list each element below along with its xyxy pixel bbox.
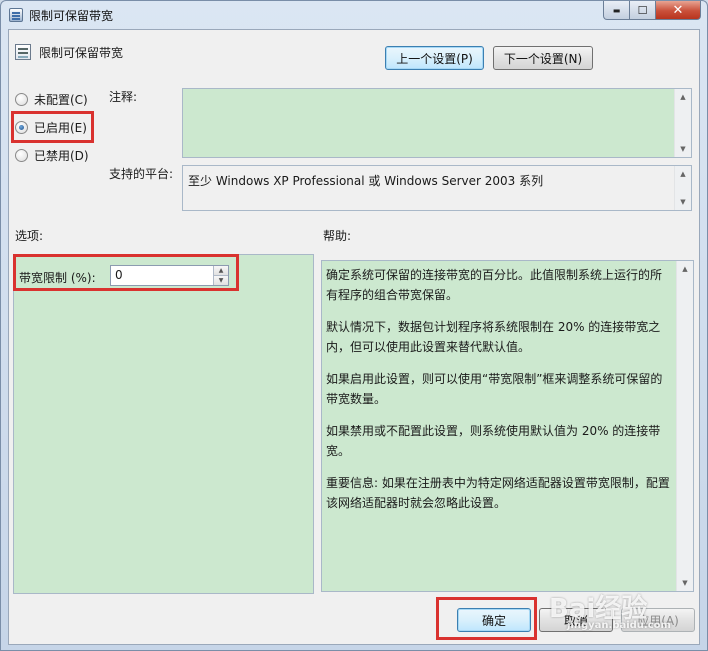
help-text: 确定系统可保留的连接带宽的百分比。此值限制系统上运行的所有程序的组合带宽保留。 … xyxy=(326,266,671,526)
scroll-down-icon[interactable]: ▼ xyxy=(675,194,691,210)
comment-label: 注释: xyxy=(109,90,138,104)
highlight-ok-button xyxy=(436,597,537,640)
window-title: 限制可保留带宽 xyxy=(29,9,114,23)
minimize-icon: ▬ xyxy=(612,5,621,15)
help-panel: 确定系统可保留的连接带宽的百分比。此值限制系统上运行的所有程序的组合带宽保留。 … xyxy=(321,260,694,592)
group-policy-icon xyxy=(9,8,23,22)
dialog-client-area: 限制可保留带宽 上一个设置(P) 下一个设置(N) 未配置(C) 已启用(E) … xyxy=(8,29,700,645)
next-setting-button[interactable]: 下一个设置(N) xyxy=(493,46,593,70)
platform-label: 支持的平台: xyxy=(109,167,174,181)
close-icon: ✕ xyxy=(672,2,684,18)
policy-setting-icon xyxy=(15,44,31,60)
maximize-icon: ☐ xyxy=(637,3,648,17)
help-paragraph: 如果启用此设置，则可以使用“带宽限制”框来调整系统可保留的带宽数量。 xyxy=(326,372,663,406)
title-bar[interactable]: 限制可保留带宽 ▬ ☐ ✕ xyxy=(1,1,707,29)
help-heading: 帮助: xyxy=(323,229,352,243)
radio-not-configured[interactable]: 未配置(C) xyxy=(15,90,88,108)
scroll-down-icon[interactable]: ▼ xyxy=(675,141,691,157)
options-panel: 带宽限制 (%): 0 ▲ ▼ xyxy=(13,254,314,594)
scroll-up-icon[interactable]: ▲ xyxy=(675,89,691,105)
scroll-up-icon[interactable]: ▲ xyxy=(677,261,693,277)
close-button[interactable]: ✕ xyxy=(656,1,701,20)
highlight-bandwidth-field xyxy=(13,254,239,291)
maximize-button[interactable]: ☐ xyxy=(630,1,656,20)
watermark-url: jingyan.baidu.com xyxy=(567,620,671,631)
policy-name: 限制可保留带宽 xyxy=(39,46,124,60)
radio-label: 已禁用(D) xyxy=(34,148,89,163)
minimize-button[interactable]: ▬ xyxy=(603,1,630,20)
policy-dialog-window: 限制可保留带宽 ▬ ☐ ✕ 限制可保留带宽 上一个设置(P) 下一个设置(N) … xyxy=(0,0,708,651)
platform-scrollbar[interactable]: ▲ ▼ xyxy=(674,166,691,210)
help-paragraph: 如果禁用或不配置此设置，则系统使用默认值为 20% 的连接带宽。 xyxy=(326,424,661,458)
comment-textarea[interactable]: ▲ ▼ xyxy=(182,88,692,158)
scroll-up-icon[interactable]: ▲ xyxy=(675,166,691,182)
radio-label: 未配置(C) xyxy=(34,92,88,107)
help-scrollbar[interactable]: ▲ ▼ xyxy=(676,261,693,591)
scroll-down-icon[interactable]: ▼ xyxy=(677,575,693,591)
radio-circle[interactable] xyxy=(15,92,28,106)
platform-field: 至少 Windows XP Professional 或 Windows Ser… xyxy=(182,165,692,211)
options-heading: 选项: xyxy=(15,229,44,243)
caption-buttons: ▬ ☐ ✕ xyxy=(603,1,701,20)
radio-circle[interactable] xyxy=(15,148,28,162)
help-paragraph: 默认情况下，数据包计划程序将系统限制在 20% 的连接带宽之内，但可以使用此设置… xyxy=(326,320,661,354)
radio-disabled[interactable]: 已禁用(D) xyxy=(15,146,89,164)
comment-scrollbar[interactable]: ▲ ▼ xyxy=(674,89,691,157)
help-paragraph: 重要信息: 如果在注册表中为特定网络适配器设置带宽限制，配置该网络适配器时就会忽… xyxy=(326,476,670,510)
platform-value: 至少 Windows XP Professional 或 Windows Ser… xyxy=(188,174,544,188)
highlight-enabled-radio xyxy=(11,111,94,143)
help-paragraph: 确定系统可保留的连接带宽的百分比。此值限制系统上运行的所有程序的组合带宽保留。 xyxy=(326,268,663,302)
previous-setting-button[interactable]: 上一个设置(P) xyxy=(385,46,484,70)
